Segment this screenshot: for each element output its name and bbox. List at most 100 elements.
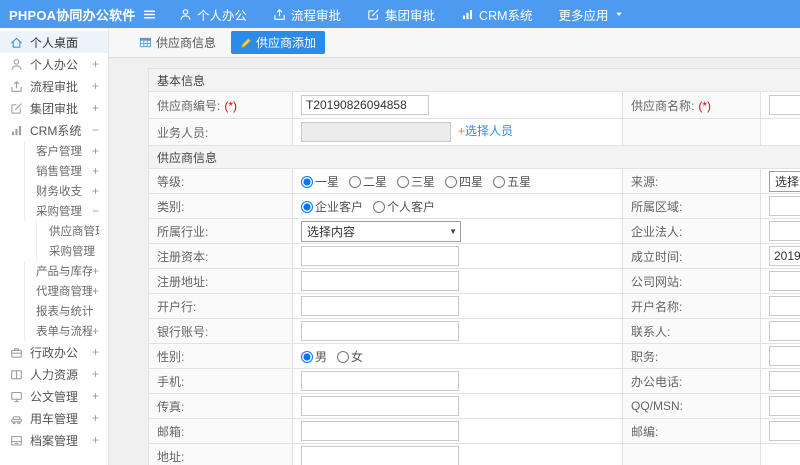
category-radio-input-0[interactable]: [301, 200, 313, 213]
registered-capital-input[interactable]: [301, 246, 459, 266]
category-radio-1[interactable]: 个人客户: [373, 200, 435, 214]
star-level-radio-input-0[interactable]: [301, 175, 313, 188]
gender-radio-0[interactable]: 男: [301, 350, 327, 364]
sidebar-item-label: CRM系统: [30, 123, 82, 138]
topnav-crm-system[interactable]: CRM系统: [448, 0, 545, 28]
mobile-input[interactable]: [301, 371, 459, 391]
sidebar-item-label: 用车管理: [30, 411, 79, 426]
expand-indicator: +: [91, 79, 99, 93]
sidebar-item-human-resources[interactable]: 人力资源 +: [0, 363, 108, 385]
expand-indicator: −: [91, 204, 99, 218]
label-cell: 注册地址:: [148, 268, 293, 294]
field-cell: [292, 318, 623, 344]
office-phone-input[interactable]: [769, 371, 800, 391]
sidebar-item-purchase-mgmt[interactable]: 采购管理 −: [24, 201, 108, 221]
topnav-personal-office[interactable]: 个人办公: [166, 0, 260, 28]
field-label: 供应商编号:: [157, 98, 221, 113]
legal-person-input[interactable]: [769, 221, 800, 241]
sidebar-item-sales-mgmt[interactable]: 销售管理 +: [24, 161, 108, 181]
star-level-radio-4[interactable]: 五星: [493, 175, 531, 189]
star-level-radio-0[interactable]: 一星: [301, 175, 339, 189]
region-input[interactable]: [769, 196, 800, 216]
business-staff-picker-link[interactable]: +选择人员: [458, 124, 513, 138]
label-cell: 邮箱:: [148, 418, 293, 444]
star-level-radio-2[interactable]: 三星: [397, 175, 435, 189]
topnav-more-apps[interactable]: 更多应用: [546, 0, 637, 28]
star-level-radio-input-1[interactable]: [349, 175, 362, 188]
sidebar-item-process-approval[interactable]: 流程审批 +: [0, 75, 108, 97]
tab-supplier-info[interactable]: 供应商信息: [133, 31, 222, 54]
business-staff-input[interactable]: [301, 122, 451, 142]
sidebar-item-agent-mgmt[interactable]: 代理商管理 +: [24, 281, 108, 301]
sidebar-item-customer-mgmt[interactable]: 客户管理 +: [24, 141, 108, 161]
field-cell: 选择内容 ▼: [292, 218, 623, 244]
sidebar-item-product-inventory[interactable]: 产品与库存 +: [24, 261, 108, 281]
topnav-group-approval[interactable]: 集团审批: [354, 0, 448, 28]
star-level-radio-3[interactable]: 四星: [445, 175, 483, 189]
sidebar-item-supplier-mgmt[interactable]: 供应商管理: [36, 221, 108, 241]
expand-indicator: +: [91, 264, 99, 278]
topbar: PHPOA协同办公软件 个人办公 流程审批 集团审批 CRM系统 更多应用: [0, 0, 800, 28]
industry-select-value: 选择内容: [307, 224, 356, 239]
label-cell: 办公电话:: [622, 368, 761, 394]
expand-indicator: +: [91, 389, 99, 403]
email-input[interactable]: [301, 421, 459, 441]
category-radio-input-1[interactable]: [373, 200, 386, 213]
sidebar-item-finance-inout[interactable]: 财务收支 +: [24, 181, 108, 201]
founding-date-input[interactable]: [769, 246, 800, 266]
user-icon: [179, 8, 192, 21]
user-icon: [10, 58, 23, 71]
star-level-radio-1[interactable]: 二星: [349, 175, 387, 189]
sidebar-item-purchasing-mgmt[interactable]: 采购管理: [36, 241, 108, 261]
label-cell: 手机:: [148, 368, 293, 394]
plus-icon: +: [458, 124, 466, 139]
sidebar-item-crm-system[interactable]: CRM系统 −: [0, 119, 108, 141]
field-label: 注册地址:: [157, 274, 209, 289]
sidebar-item-vehicle-mgmt[interactable]: 用车管理 +: [0, 407, 108, 429]
sidebar-item-label: 表单与流程设置: [36, 326, 92, 338]
job-title-input[interactable]: [769, 346, 800, 366]
topnav-label: 流程审批: [291, 8, 342, 23]
topnav-process-approval[interactable]: 流程审批: [260, 0, 354, 28]
sidebar-item-reports-stats[interactable]: 报表与统计: [24, 301, 108, 321]
sidebar-item-admin-office[interactable]: 行政办公 +: [0, 341, 108, 363]
required-marker: (*): [224, 98, 238, 113]
supplier-code-input[interactable]: [301, 95, 429, 115]
gender-radio-1[interactable]: 女: [337, 350, 363, 364]
bank-account-input[interactable]: [301, 321, 459, 341]
company-website-input[interactable]: [769, 271, 800, 291]
book-icon: [10, 368, 23, 381]
gender-radio-input-1[interactable]: [337, 350, 350, 363]
supplier-add-form: 基本信息供应商编号:(*)供应商名称:(*)业务人员:+选择人员供应商信息等级:…: [147, 68, 800, 465]
contact-person-input[interactable]: [769, 321, 800, 341]
sidebar-item-label: 代理商管理: [36, 286, 92, 298]
sidebar-item-label: 客户管理: [36, 146, 82, 158]
star-level-radio-input-4[interactable]: [493, 175, 506, 188]
bank-branch-input[interactable]: [301, 296, 459, 316]
sidebar-item-form-flow-settings[interactable]: 表单与流程设置+: [24, 321, 108, 341]
qq-msn-input[interactable]: [769, 396, 800, 416]
gender-radio-input-0[interactable]: [301, 350, 313, 363]
form-row: 银行账号: 联系人:: [148, 318, 800, 344]
registered-address-input[interactable]: [301, 271, 459, 291]
sidebar-item-personal-desktop[interactable]: 个人桌面: [0, 31, 108, 53]
label-cell: 地址:: [148, 443, 293, 465]
fax-input[interactable]: [301, 396, 459, 416]
address-input[interactable]: [301, 446, 459, 465]
postcode-input[interactable]: [769, 421, 800, 441]
menu-toggle-button[interactable]: [132, 7, 166, 22]
category-radio-0[interactable]: 企业客户: [301, 200, 363, 214]
sidebar-item-group-approval[interactable]: 集团审批 +: [0, 97, 108, 119]
account-name-input[interactable]: [769, 296, 800, 316]
edit-icon: [10, 102, 23, 115]
sidebar-item-personal-office[interactable]: 个人办公 +: [0, 53, 108, 75]
field-label: 所属区域:: [631, 199, 683, 214]
star-level-radio-input-2[interactable]: [397, 175, 410, 188]
source-select[interactable]: 选择内容▼: [769, 170, 800, 192]
star-level-radio-input-3[interactable]: [445, 175, 458, 188]
sidebar-item-archive-mgmt[interactable]: 档案管理 +: [0, 429, 108, 451]
sidebar-item-document-mgmt[interactable]: 公文管理 +: [0, 385, 108, 407]
supplier-name-input[interactable]: [769, 95, 800, 115]
tab-supplier-add[interactable]: 供应商添加: [231, 31, 326, 54]
industry-select[interactable]: 选择内容 ▼: [301, 220, 461, 242]
